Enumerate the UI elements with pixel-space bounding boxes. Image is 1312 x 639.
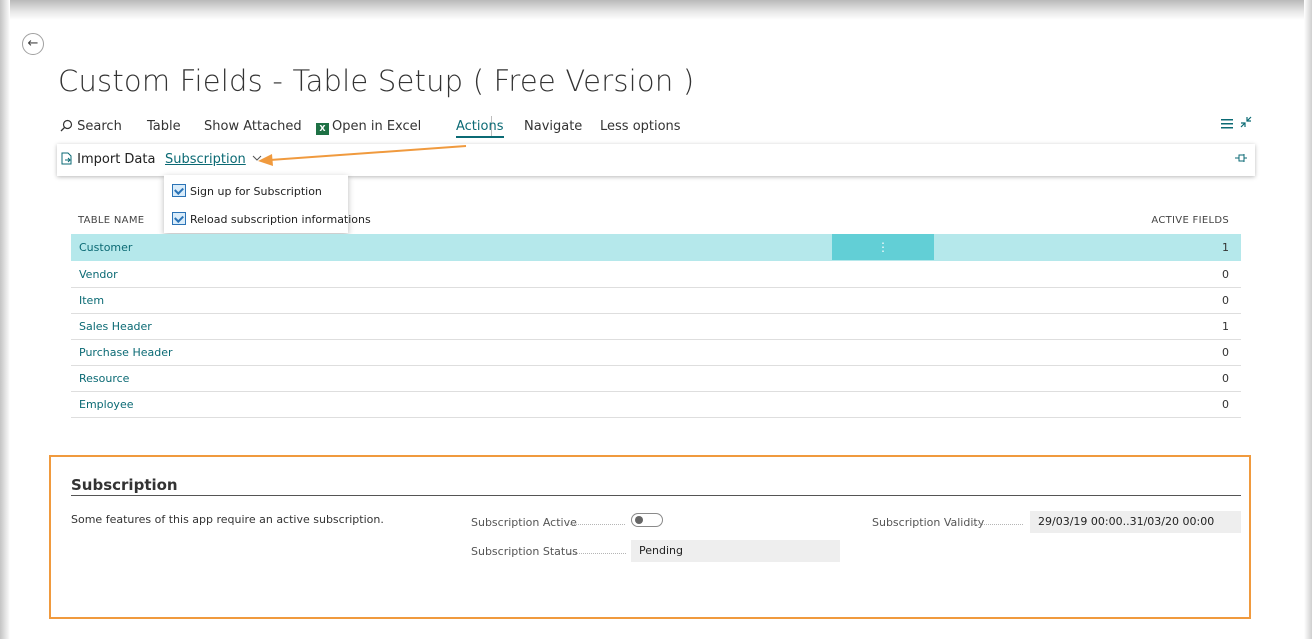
table-name-link[interactable]: Employee (79, 398, 133, 411)
window-frame-top (0, 0, 1312, 20)
action-icon (172, 212, 186, 225)
table-row[interactable]: Resource 0 (71, 365, 1241, 392)
table-name-link[interactable]: Item (79, 294, 104, 307)
table-row[interactable]: Customer ⋮ 1 (71, 234, 1241, 261)
list-view-icon[interactable] (1221, 118, 1233, 133)
field-leader-dots (568, 553, 626, 554)
section-divider (71, 495, 1241, 496)
field-leader-dots (565, 524, 625, 525)
active-fields-count: 0 (1222, 346, 1229, 359)
subscription-validity-label: Subscription Validity (872, 516, 985, 529)
annotation-highlight-box (49, 455, 1251, 619)
active-fields-count: 0 (1222, 398, 1229, 411)
import-icon (61, 152, 72, 165)
table-name-link[interactable]: Vendor (79, 268, 118, 281)
active-fields-count: 0 (1222, 268, 1229, 281)
subscription-menu-button[interactable]: Subscription (165, 152, 262, 167)
tab-actions[interactable]: Actions (456, 119, 504, 138)
table-row[interactable]: Purchase Header 0 (71, 339, 1241, 366)
search-label: Search (77, 119, 122, 134)
collapse-icon[interactable] (1240, 116, 1252, 132)
pin-icon[interactable] (1235, 152, 1247, 167)
subscription-validity-field: 29/03/19 00:00..31/03/20 00:00 (1030, 511, 1241, 533)
table-row[interactable]: Employee 0 (71, 391, 1241, 418)
subscription-active-toggle[interactable] (631, 513, 663, 527)
reload-subscription-item[interactable]: Reload subscription informations (172, 212, 371, 226)
table-row[interactable]: Item 0 (71, 287, 1241, 314)
action-icon (172, 184, 186, 197)
back-arrow-icon: ← (27, 36, 39, 51)
back-button[interactable]: ← (22, 33, 44, 55)
sign-up-subscription-item[interactable]: Sign up for Subscription (172, 184, 322, 198)
subscription-section-title[interactable]: Subscription (71, 476, 178, 494)
less-options-button[interactable]: Less options (600, 119, 681, 134)
active-fields-count: 1 (1222, 241, 1229, 254)
subscription-status-field: Pending (631, 540, 840, 562)
chevron-down-icon (252, 155, 262, 161)
column-header-active-fields[interactable]: ACTIVE FIELDS (1151, 215, 1229, 226)
row-menu-button[interactable]: ⋮ (832, 234, 934, 260)
table-name-link[interactable]: Sales Header (79, 320, 152, 333)
excel-icon: X (316, 123, 329, 135)
reload-subscription-label: Reload subscription informations (190, 213, 371, 226)
toggle-knob (635, 516, 643, 524)
column-header-table-name[interactable]: TABLE NAME (78, 215, 144, 226)
subscription-description: Some features of this app require an act… (71, 513, 384, 526)
table-name-link[interactable]: Resource (79, 372, 129, 385)
subscription-menu-label: Subscription (165, 152, 246, 167)
search-button[interactable]: Search (60, 119, 122, 134)
table-menu-button[interactable]: Table (147, 119, 181, 134)
more-vertical-icon: ⋮ (877, 240, 889, 254)
import-data-button[interactable]: Import Data (61, 152, 155, 167)
sign-up-subscription-label: Sign up for Subscription (190, 185, 322, 198)
subscription-dropdown: Sign up for Subscription Reload subscrip… (164, 175, 371, 233)
open-in-excel-label: Open in Excel (332, 119, 422, 134)
table-name-link[interactable]: Customer (79, 241, 132, 254)
show-attached-button[interactable]: Show Attached (204, 119, 302, 134)
subscription-active-label: Subscription Active (471, 516, 577, 529)
active-fields-count: 0 (1222, 294, 1229, 307)
window-frame-left (0, 0, 10, 639)
page-title: Custom Fields - Table Setup ( Free Versi… (58, 64, 695, 98)
table-row[interactable]: Vendor 0 (71, 261, 1241, 288)
table-row[interactable]: Sales Header 1 (71, 313, 1241, 340)
subscription-status-label: Subscription Status (471, 545, 578, 558)
actions-submenu-bar: Import Data Subscription (57, 144, 1255, 176)
search-icon (60, 119, 73, 132)
import-data-label: Import Data (77, 152, 156, 167)
active-fields-count: 0 (1222, 372, 1229, 385)
table-name-link[interactable]: Purchase Header (79, 346, 173, 359)
field-leader-dots (973, 524, 1023, 525)
window-frame-right (1304, 0, 1312, 639)
action-bar: Search Table Show Attached X Open in Exce… (58, 116, 1254, 140)
tab-navigate[interactable]: Navigate (524, 119, 582, 134)
active-fields-count: 1 (1222, 320, 1229, 333)
open-in-excel-button[interactable]: X Open in Excel (316, 119, 421, 135)
